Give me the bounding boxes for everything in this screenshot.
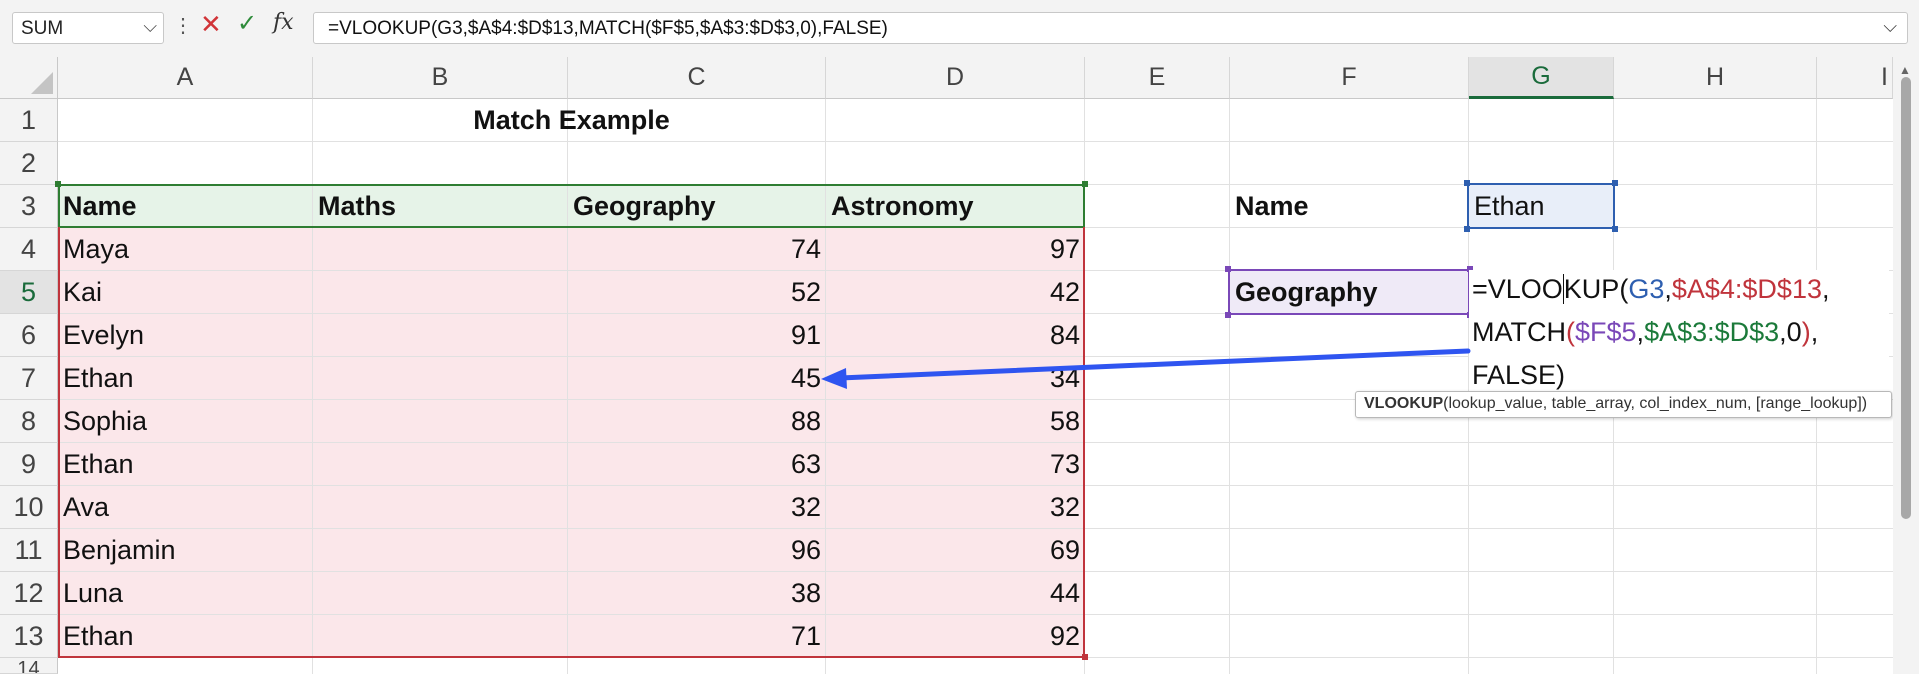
column-header-f[interactable]: F xyxy=(1230,57,1469,99)
column-header-g[interactable]: G xyxy=(1469,57,1614,99)
column-header-c[interactable]: C xyxy=(568,57,826,99)
enter-icon[interactable]: ✓ xyxy=(237,9,257,38)
name-box[interactable]: SUM ⌵ xyxy=(12,12,164,44)
column-header-b[interactable]: B xyxy=(313,57,568,99)
formula-input[interactable]: =VLOOKUP(G3,$A$4:$D$13,MATCH($F$5,$A$3:$… xyxy=(313,12,1908,44)
lookup-name-label[interactable]: Name xyxy=(1230,185,1469,228)
lookup-value-range-border xyxy=(1467,183,1615,229)
range-handle[interactable] xyxy=(1464,180,1470,186)
row-header-11[interactable]: 11 xyxy=(0,529,58,572)
column-header-a[interactable]: A xyxy=(58,57,313,99)
header-range-border xyxy=(58,184,1085,228)
table-array-range-border xyxy=(58,227,1085,658)
match-value-range-border xyxy=(1228,269,1470,315)
formula-line-1: =VLOOKUP(G3,$A$4:$D$13, xyxy=(1472,274,1830,304)
range-handle[interactable] xyxy=(1612,226,1618,232)
range-handle[interactable] xyxy=(1082,181,1088,187)
sheet-title[interactable]: Match Example xyxy=(58,99,1085,142)
column-header-h[interactable]: H xyxy=(1614,57,1817,99)
scrollbar-thumb[interactable] xyxy=(1901,77,1911,519)
column-header-i[interactable]: I xyxy=(1817,57,1893,99)
column-header-d[interactable]: D xyxy=(826,57,1085,99)
row-header-14[interactable]: 14 xyxy=(0,658,58,674)
column-header-e[interactable]: E xyxy=(1085,57,1230,99)
formula-line-3: FALSE) xyxy=(1472,360,1566,390)
in-cell-formula-editor[interactable]: =VLOOKUP(G3,$A$4:$D$13, MATCH($F$5,$A$3:… xyxy=(1469,270,1889,400)
formula-line-2: MATCH($F$5,$A$3:$D$3,0), xyxy=(1472,317,1819,347)
row-header-13[interactable]: 13 xyxy=(0,615,58,658)
insert-function-icon[interactable]: fx xyxy=(273,10,294,35)
formula-bar: SUM ⌵ ⋮ ✕ ✓ fx =VLOOKUP(G3,$A$4:$D$13,MA… xyxy=(0,0,1919,57)
row-header-12[interactable]: 12 xyxy=(0,572,58,615)
row-header-4[interactable]: 4 xyxy=(0,228,58,271)
more-options-icon[interactable]: ⋮ xyxy=(173,13,193,38)
row-header-2[interactable]: 2 xyxy=(0,142,58,185)
tooltip-arguments: (lookup_value, table_array, col_index_nu… xyxy=(1443,395,1868,412)
name-box-value: SUM xyxy=(21,18,64,39)
row-header-6[interactable]: 6 xyxy=(0,314,58,357)
range-handle[interactable] xyxy=(55,181,61,187)
range-handle[interactable] xyxy=(1225,266,1231,272)
row-header-9[interactable]: 9 xyxy=(0,443,58,486)
row-header-8[interactable]: 8 xyxy=(0,400,58,443)
formula-text: =VLOOKUP(G3,$A$4:$D$13,MATCH($F$5,$A$3:$… xyxy=(328,18,888,39)
chevron-down-icon[interactable]: ⌵ xyxy=(143,16,157,37)
range-handle[interactable] xyxy=(1225,312,1231,318)
scroll-up-arrow-icon[interactable]: ▲ xyxy=(1899,63,1911,77)
range-handle[interactable] xyxy=(1612,180,1618,186)
worksheet-grid[interactable]: A B C D E F G H I 1 2 3 4 5 6 7 8 9 10 1… xyxy=(0,57,1919,674)
range-handle[interactable] xyxy=(1082,654,1088,660)
row-header-10[interactable]: 10 xyxy=(0,486,58,529)
row-header-1[interactable]: 1 xyxy=(0,99,58,142)
tooltip-function-name[interactable]: VLOOKUP xyxy=(1364,395,1443,412)
range-handle[interactable] xyxy=(1464,226,1470,232)
function-tooltip[interactable]: VLOOKUP(lookup_value, table_array, col_i… xyxy=(1355,391,1892,418)
select-all-corner[interactable] xyxy=(0,57,58,99)
vertical-scrollbar[interactable]: ▲ xyxy=(1893,57,1919,674)
expand-formula-bar-icon[interactable]: ⌵ xyxy=(1883,16,1897,37)
row-header-3[interactable]: 3 xyxy=(0,185,58,228)
row-header-7[interactable]: 7 xyxy=(0,357,58,400)
cancel-icon[interactable]: ✕ xyxy=(200,9,222,40)
row-header-5[interactable]: 5 xyxy=(0,271,58,314)
